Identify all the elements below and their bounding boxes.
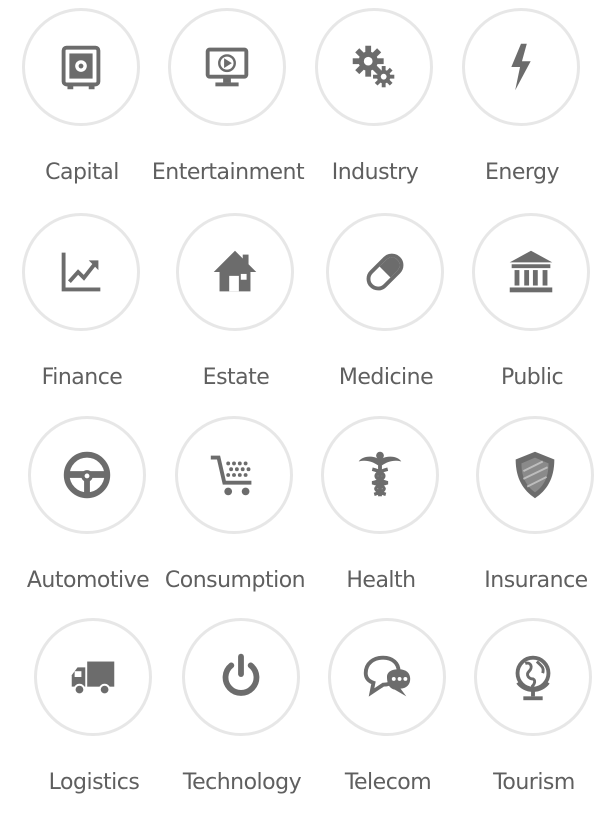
safe-icon xyxy=(22,8,140,126)
category-telecom[interactable]: Telecom xyxy=(318,618,458,818)
category-capital[interactable]: Capital xyxy=(12,8,152,208)
category-insurance[interactable]: Insurance xyxy=(466,416,605,616)
category-label: Finance xyxy=(41,365,123,390)
category-label: Tourism xyxy=(493,770,575,795)
category-finance[interactable]: Finance xyxy=(12,213,152,413)
monitor-play-icon xyxy=(168,8,286,126)
globe-icon xyxy=(474,618,592,736)
category-label: Energy xyxy=(484,160,560,185)
caduceus-icon xyxy=(321,416,439,534)
category-energy[interactable]: Energy xyxy=(452,8,592,208)
category-health[interactable]: Health xyxy=(311,416,451,616)
category-label: Health xyxy=(346,568,416,593)
category-automotive[interactable]: Automotive xyxy=(18,416,158,616)
category-medicine[interactable]: Medicine xyxy=(316,213,456,413)
truck-icon xyxy=(34,618,152,736)
shield-icon xyxy=(476,416,594,534)
lightning-icon xyxy=(462,8,580,126)
power-icon xyxy=(182,618,300,736)
steering-wheel-icon xyxy=(28,416,146,534)
category-tourism[interactable]: Tourism xyxy=(464,618,604,818)
category-logistics[interactable]: Logistics xyxy=(24,618,164,818)
category-industry[interactable]: Industry xyxy=(305,8,445,208)
house-icon xyxy=(176,213,294,331)
government-building-icon xyxy=(472,213,590,331)
category-consumption[interactable]: Consumption xyxy=(165,416,306,616)
chat-bubbles-icon xyxy=(328,618,446,736)
category-entertainment[interactable]: Entertainment xyxy=(152,8,305,208)
category-public[interactable]: Public xyxy=(462,213,602,413)
category-label: Public xyxy=(500,365,564,390)
category-estate[interactable]: Estate xyxy=(166,213,306,413)
shopping-cart-icon xyxy=(175,416,293,534)
category-technology[interactable]: Technology xyxy=(172,618,312,818)
category-label: Insurance xyxy=(484,568,588,593)
pill-icon xyxy=(326,213,444,331)
chart-trend-icon xyxy=(22,213,140,331)
gears-icon xyxy=(315,8,433,126)
